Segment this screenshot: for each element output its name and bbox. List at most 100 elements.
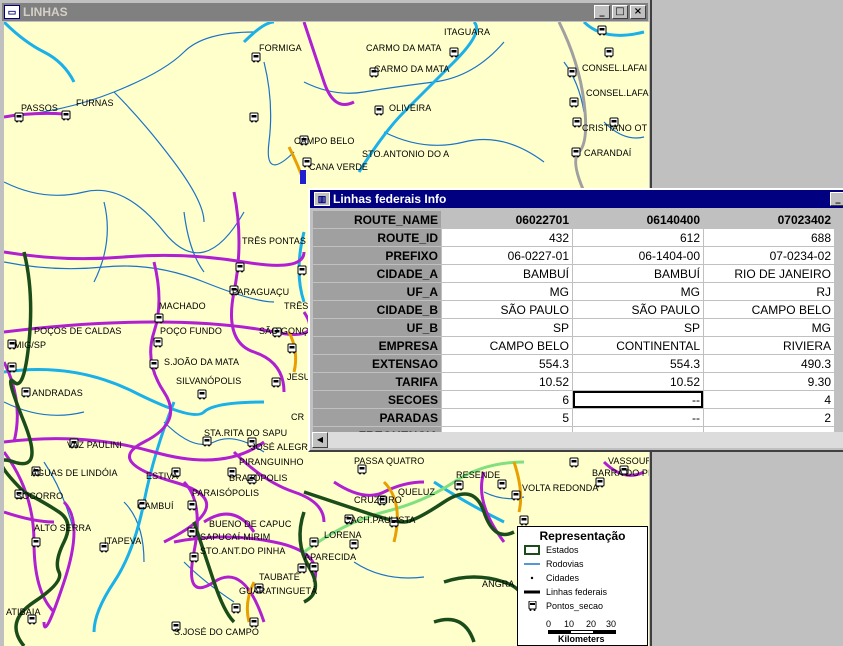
bus-stop-icon[interactable] (454, 480, 464, 491)
bus-stop-icon[interactable] (571, 147, 581, 158)
bus-stop-icon[interactable] (231, 603, 241, 614)
bus-stop-icon[interactable] (7, 362, 17, 373)
table-cell[interactable]: CAMPO BELO (704, 301, 834, 318)
bus-stop-icon[interactable] (149, 359, 159, 370)
bus-stop-icon[interactable] (357, 464, 367, 475)
city-label: CONSEL.LAFAI (586, 88, 649, 98)
table-cell[interactable]: BAMBUÍ (442, 265, 572, 282)
bus-stop-icon[interactable] (187, 500, 197, 511)
table-cell[interactable]: MG (442, 283, 572, 300)
city-label: CONSEL.LAFAI (582, 63, 648, 73)
bus-stop-icon[interactable] (309, 537, 319, 548)
bus-stop-icon[interactable] (271, 377, 281, 388)
maximize-icon[interactable]: □ (612, 5, 628, 19)
city-label: CARMO DA MATA (366, 43, 442, 53)
table-cell[interactable]: CAMPO BELO (442, 337, 572, 354)
minimize-icon[interactable]: _ (830, 192, 843, 206)
map-window-titlebar[interactable]: ▭ LINHAS _ □ × (2, 3, 648, 21)
bus-stop-icon[interactable] (349, 539, 359, 550)
city-label: FURNAS (76, 98, 114, 108)
table-cell[interactable]: 10.52 (442, 373, 572, 390)
scale-tick-label: 0 (546, 619, 552, 629)
table-cell[interactable]: 4 (704, 391, 834, 408)
city-label: S.JOÃO DA MATA (164, 357, 240, 367)
table-cell[interactable]: SP (442, 319, 572, 336)
table-cell[interactable]: RJ (704, 283, 834, 300)
table-cell[interactable]: SÃO PAULO (573, 301, 703, 318)
table-cell[interactable]: 06-0227-01 (442, 247, 572, 264)
bus-stop-icon[interactable] (21, 387, 31, 398)
city-label: FORMIGA (259, 43, 302, 53)
bus-stop-icon[interactable] (374, 105, 384, 116)
legend-item-linhas-federais: Linhas federais (518, 585, 647, 599)
bus-stop-icon[interactable] (153, 337, 163, 348)
bus-stop-icon[interactable] (14, 112, 24, 123)
bus-stop-icon[interactable] (597, 25, 607, 36)
column-header[interactable]: 06022701 (442, 211, 572, 228)
table-cell[interactable]: -- (573, 409, 703, 426)
table-cell[interactable]: BAMBUÍ (573, 265, 703, 282)
bus-stop-icon[interactable] (202, 436, 212, 447)
table-cell[interactable]: RIVIERA (704, 337, 834, 354)
table-cell[interactable]: 9.30 (704, 373, 834, 390)
bus-stop-icon[interactable] (287, 343, 297, 354)
bus-stop-icon[interactable] (197, 389, 207, 400)
city-label: JESU (287, 372, 311, 382)
table-cell[interactable]: 612 (573, 229, 703, 246)
bus-stop-icon[interactable] (249, 112, 259, 123)
horizontal-scrollbar[interactable]: ◀ (312, 432, 843, 448)
bus-stop-icon[interactable] (604, 47, 614, 58)
table-cell[interactable]: 490.3 (704, 355, 834, 372)
bus-stop-icon[interactable] (154, 313, 164, 324)
bus-stop-icon[interactable] (511, 490, 521, 501)
bus-stop-icon[interactable] (297, 265, 307, 276)
city-label: BARRA DO PIRA (592, 468, 649, 478)
table-cell[interactable]: 554.3 (573, 355, 703, 372)
bus-stop-icon[interactable] (519, 515, 529, 526)
scroll-left-icon[interactable]: ◀ (312, 432, 328, 448)
bus-stop-icon[interactable] (497, 479, 507, 490)
minimize-icon[interactable]: _ (594, 5, 610, 19)
bus-stop-icon[interactable] (449, 47, 459, 58)
field-name: EMPRESA (313, 337, 441, 354)
table-cell[interactable]: 2 (704, 409, 834, 426)
bus-stop-icon[interactable] (569, 97, 579, 108)
bus-stop-icon[interactable] (567, 67, 577, 78)
bus-stop-icon[interactable] (251, 52, 261, 63)
column-header[interactable]: 07023402 (704, 211, 834, 228)
table-cell[interactable]: 07-0234-02 (704, 247, 834, 264)
table-cell[interactable]: 10.52 (573, 373, 703, 390)
bus-stop-icon[interactable] (31, 537, 41, 548)
table-cell[interactable]: CONTINENTAL (573, 337, 703, 354)
city-label: CAMBUÍ (138, 501, 174, 511)
city-label: POÇOS DE CALDAS (34, 326, 122, 336)
bus-stop-icon[interactable] (189, 552, 199, 563)
table-cell[interactable]: MG (704, 319, 834, 336)
table-cell[interactable]: 432 (442, 229, 572, 246)
table-cell[interactable]: 06-1404-00 (573, 247, 703, 264)
table-cell[interactable]: 554.3 (442, 355, 572, 372)
bus-stop-icon[interactable] (569, 457, 579, 468)
city-label: ALTO SERRA (34, 523, 92, 533)
map-window-icon[interactable]: ▭ (4, 5, 20, 19)
table-icon[interactable]: ▥ (314, 192, 330, 206)
bus-stop-icon[interactable] (187, 527, 197, 538)
close-icon[interactable]: × (630, 5, 646, 19)
column-header[interactable]: 06140400 (573, 211, 703, 228)
bus-stop-icon[interactable] (309, 562, 319, 573)
scale-bar: 0 10 20 30 Kilometers (546, 619, 638, 644)
table-cell[interactable]: SÃO PAULO (442, 301, 572, 318)
bus-stop-icon[interactable] (61, 110, 71, 121)
bus-stop-icon[interactable] (572, 117, 582, 128)
table-cell[interactable]: 6 (442, 391, 572, 408)
city-label: ÁGUAS DE LINDÓIA (31, 468, 118, 478)
table-cell[interactable]: SP (573, 319, 703, 336)
table-cell[interactable]: MG (573, 283, 703, 300)
table-cell[interactable]: -- (573, 391, 703, 408)
table-cell[interactable]: 5 (442, 409, 572, 426)
legend-label: Linhas federais (546, 587, 608, 597)
info-window-titlebar[interactable]: ▥ Linhas federais Info _ (310, 190, 843, 208)
bus-stop-icon[interactable] (235, 262, 245, 273)
table-cell[interactable]: 688 (704, 229, 834, 246)
table-cell[interactable]: RIO DE JANEIRO (704, 265, 834, 282)
